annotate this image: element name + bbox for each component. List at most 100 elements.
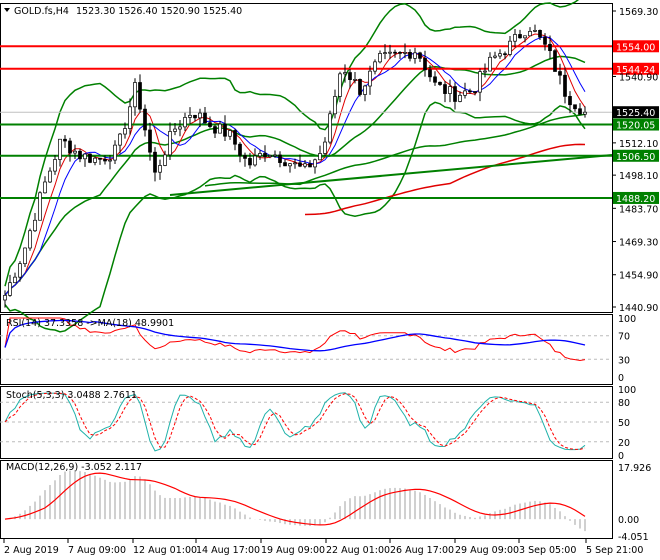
candle: [368, 70, 372, 87]
candle: [508, 40, 512, 55]
candle: [88, 153, 92, 163]
candle: [268, 155, 272, 157]
time-label: 12 Aug 01:00: [133, 545, 197, 556]
chart-canvas[interactable]: 1554.001544.241520.051506.501488.201525.…: [0, 0, 660, 560]
rsi-tick: 70: [618, 332, 630, 343]
candle: [38, 192, 42, 221]
candle: [183, 117, 187, 128]
stoch-tick: 20: [618, 438, 630, 449]
candle: [383, 52, 387, 54]
candle: [498, 53, 502, 57]
candle: [98, 157, 102, 160]
candle: [148, 129, 152, 153]
level-label: 1520.05: [616, 121, 655, 132]
candle: [68, 140, 72, 154]
candle: [138, 82, 142, 110]
candle: [283, 162, 287, 167]
candle: [258, 153, 262, 157]
candle: [423, 58, 427, 71]
candle: [583, 111, 587, 115]
candle: [453, 86, 457, 102]
candle: [223, 123, 227, 137]
candle: [398, 52, 402, 54]
candle: [113, 144, 117, 161]
candle: [483, 70, 487, 73]
candle: [158, 165, 162, 173]
candle: [83, 153, 87, 160]
candle: [518, 34, 522, 39]
candle: [578, 108, 582, 115]
candle: [108, 159, 112, 162]
candle: [208, 122, 212, 127]
candle: [33, 219, 37, 232]
candle: [73, 150, 77, 154]
time-label: 5 Sep 21:00: [586, 545, 643, 556]
level-label: 1506.50: [616, 152, 655, 163]
rsi-tick: 30: [618, 355, 630, 366]
candle: [28, 230, 32, 249]
candle: [418, 52, 422, 59]
candle: [278, 154, 282, 163]
rsi-label: RSI(14) 37.3358 ->MA(18) 48.9901: [6, 318, 174, 329]
time-label: 14 Aug 17:00: [196, 545, 260, 556]
candle: [198, 112, 202, 119]
candle: [353, 78, 357, 81]
candle: [213, 126, 217, 134]
candle: [538, 30, 542, 38]
candle: [178, 126, 182, 130]
candle: [428, 69, 432, 78]
candle: [18, 263, 22, 278]
candle: [403, 52, 407, 54]
candle: [438, 81, 442, 85]
candle: [318, 153, 322, 161]
candle: [473, 91, 477, 93]
macd-tick: -4.051: [618, 532, 649, 543]
candle: [333, 96, 337, 115]
candle: [308, 163, 312, 168]
rsi-tick: 0: [618, 373, 624, 384]
candle: [103, 158, 107, 162]
price-tick-label: 1440.90: [619, 303, 658, 314]
candle: [248, 158, 252, 166]
price-tick-label: 1540.90: [619, 72, 658, 83]
candle: [373, 61, 377, 72]
candle: [563, 74, 567, 97]
candle: [48, 170, 52, 183]
candle: [393, 51, 397, 54]
macd-tick: 0.00: [618, 515, 639, 526]
time-label: 3 Sep 05:00: [519, 545, 576, 556]
candle: [543, 36, 547, 45]
candle: [303, 163, 307, 167]
candle: [553, 50, 557, 72]
candle: [488, 56, 492, 72]
candle: [118, 133, 122, 146]
candle: [133, 82, 137, 108]
candle: [238, 143, 242, 156]
candle: [363, 85, 367, 95]
chart-window: 1554.00 1544.24 1520.05 1506.50 1488.20 1525.…: [0, 0, 660, 560]
candle: [288, 163, 292, 167]
level-label: 1488.20: [616, 194, 655, 205]
candle: [263, 153, 267, 157]
symbol-label: GOLD.fs,H4: [14, 6, 69, 17]
candle: [293, 162, 297, 165]
candle: [43, 181, 47, 194]
candle: [163, 154, 167, 166]
candle: [448, 86, 452, 94]
candle: [378, 53, 382, 63]
candle: [253, 155, 257, 166]
price-tick-label: 1469.30: [619, 238, 658, 249]
current-price-label: 1525.40: [616, 108, 655, 119]
candle: [493, 55, 497, 58]
candle: [503, 53, 507, 56]
candle: [568, 96, 572, 106]
candle: [273, 154, 277, 157]
stoch-tick: 80: [618, 398, 630, 409]
time-label: 2 Aug 2019: [4, 545, 59, 556]
time-label: 7 Aug 09:00: [68, 545, 126, 556]
candle: [8, 282, 12, 296]
stoch-tick: 50: [618, 418, 630, 429]
price-tick-label: 1569.30: [619, 7, 658, 18]
level-label: 1554.00: [616, 42, 655, 53]
candle: [358, 78, 362, 95]
